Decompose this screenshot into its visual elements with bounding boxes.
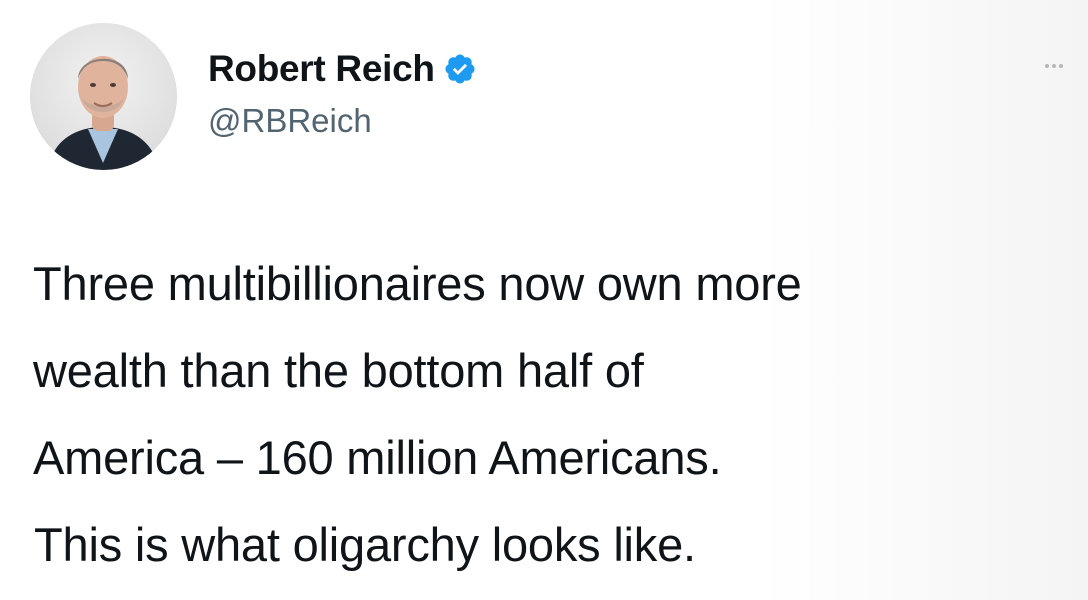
tweet-line: America – 160 million Americans. bbox=[33, 431, 722, 484]
tweet-text: Three multibillionaires now own more wea… bbox=[33, 240, 1073, 588]
tweet-card: Robert Reich @RBReich Three multibillion… bbox=[0, 0, 1088, 600]
tweet-line: wealth than the bottom half of bbox=[33, 344, 644, 397]
author-handle[interactable]: @RBReich bbox=[208, 100, 372, 142]
profile-photo-icon bbox=[30, 23, 177, 170]
avatar[interactable] bbox=[30, 23, 177, 170]
more-options-icon bbox=[1059, 64, 1063, 68]
author-display-name[interactable]: Robert Reich bbox=[208, 45, 435, 93]
more-options-icon bbox=[1052, 64, 1056, 68]
verified-badge-icon bbox=[443, 52, 477, 86]
tweet-paragraph: Three multibillionaires now own more wea… bbox=[33, 240, 1073, 501]
tweet-closing-line: This is what oligarchy looks like. bbox=[34, 518, 696, 571]
more-options-button[interactable] bbox=[1034, 56, 1074, 76]
author-name-row: Robert Reich bbox=[208, 45, 477, 93]
tweet-line: Three multibillionaires now own more bbox=[33, 257, 802, 310]
more-options-icon bbox=[1045, 64, 1049, 68]
